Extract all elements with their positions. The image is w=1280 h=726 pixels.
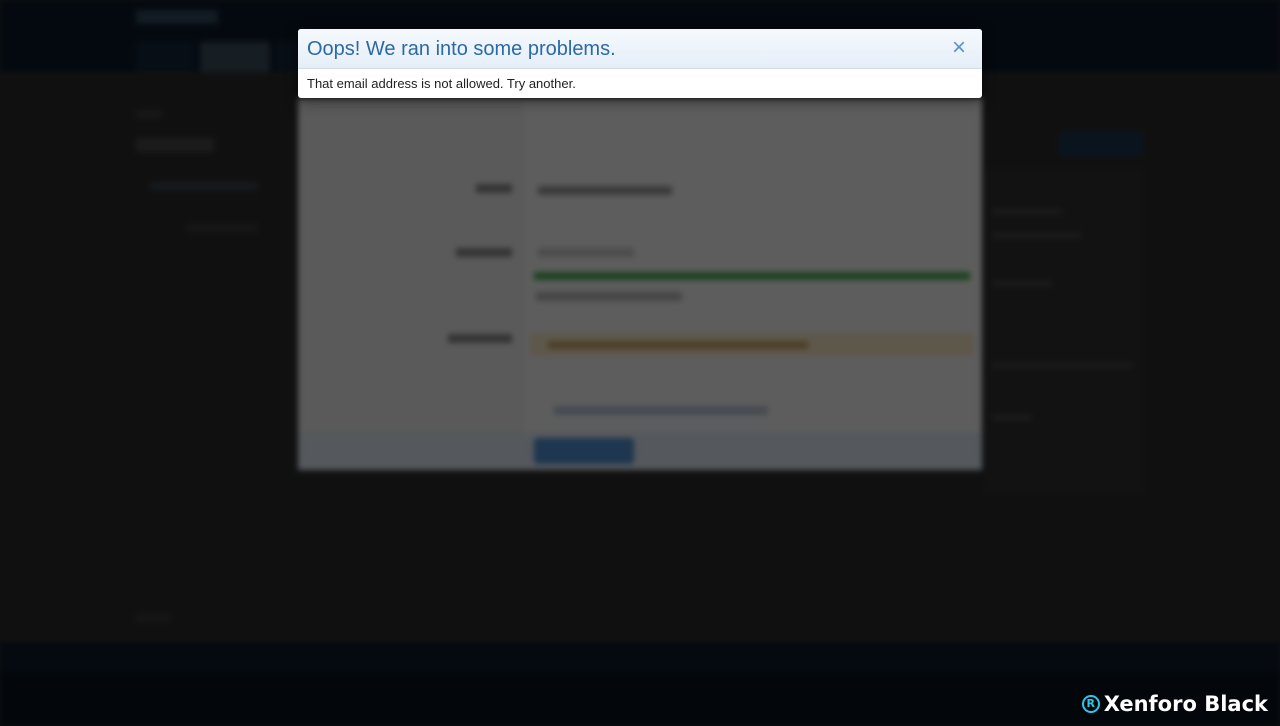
modal-overlay[interactable]	[0, 0, 1280, 726]
brand-name: Xenforo Black	[1103, 692, 1268, 716]
dialog-header: Oops! We ran into some problems. ×	[298, 29, 982, 69]
dialog-message: That email address is not allowed. Try a…	[307, 76, 576, 91]
brand-watermark: R Xenforo Black	[1081, 692, 1268, 716]
close-icon[interactable]: ×	[948, 35, 970, 61]
dialog-title: Oops! We ran into some problems.	[307, 38, 616, 60]
registered-icon: R	[1081, 695, 1100, 713]
error-dialog: Oops! We ran into some problems. × That …	[298, 29, 982, 98]
